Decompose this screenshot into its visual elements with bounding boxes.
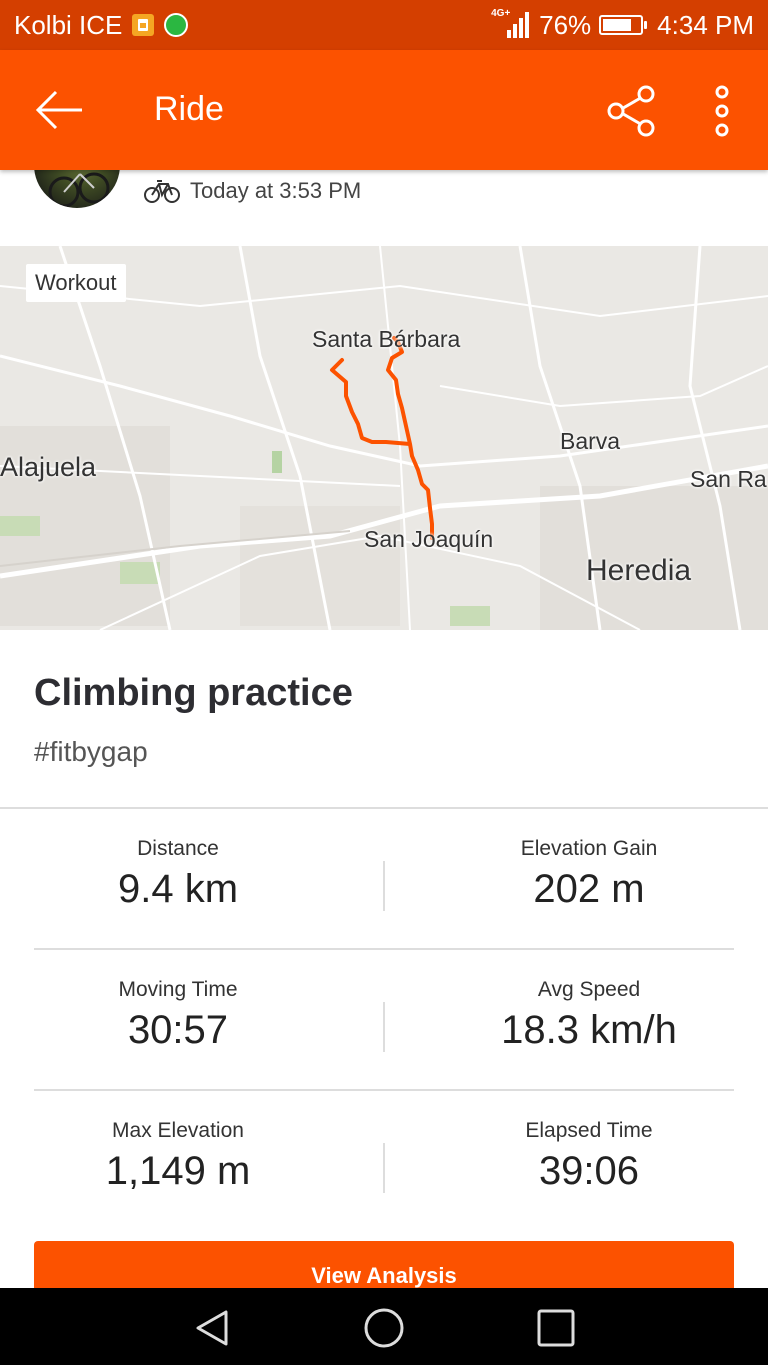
stat-avg-speed: Avg Speed 18.3 km/h xyxy=(384,978,768,1053)
bicycle-icon xyxy=(144,180,180,203)
stat-label: Distance xyxy=(137,837,219,860)
stat-max-elevation: Max Elevation 1,149 m xyxy=(28,1119,328,1194)
activity-datetime: Today at 3:53 PM xyxy=(190,178,362,203)
stats-grid: Distance 9.4 km Elevation Gain 202 m Mov… xyxy=(34,809,734,1230)
map-label-heredia: Heredia xyxy=(586,554,692,587)
map-label-san-joaquin: San Joaquín xyxy=(364,526,494,552)
share-icon xyxy=(607,85,655,137)
stat-label: Elapsed Time xyxy=(525,1119,653,1142)
stat-elevation-gain: Elevation Gain 202 m xyxy=(384,837,768,912)
clock: 4:34 PM xyxy=(657,9,754,40)
map-label-san-ra: San Ra xyxy=(690,466,767,492)
more-options-button[interactable] xyxy=(700,80,744,142)
triangle-back-icon xyxy=(196,1310,228,1346)
stat-elapsed-time: Elapsed Time 39:06 xyxy=(384,1119,768,1194)
stat-value: 1,149 m xyxy=(105,1149,251,1193)
page-title: Ride xyxy=(154,90,224,128)
arrow-left-icon xyxy=(35,90,82,130)
stat-label: Elevation Gain xyxy=(520,837,658,860)
battery-icon xyxy=(599,15,648,35)
ride-meta: Today at 3:53 PM xyxy=(144,178,361,204)
map-label-santa-barbara: Santa Bárbara xyxy=(312,326,461,352)
square-recents-icon xyxy=(537,1309,575,1347)
share-button[interactable] xyxy=(600,80,662,142)
athlete-header: Today at 3:53 PM xyxy=(0,122,768,246)
workout-badge: Workout xyxy=(26,264,126,302)
stat-value: 202 m xyxy=(533,867,645,911)
signal-icon: 4G+ xyxy=(491,8,531,42)
whatsapp-icon xyxy=(164,13,189,37)
app-bar: Ride xyxy=(0,50,768,170)
system-nav-bar xyxy=(0,1288,768,1365)
activity-title: Climbing practice xyxy=(34,672,353,714)
nav-back-button[interactable] xyxy=(190,1306,234,1350)
stats-row: Max Elevation 1,149 m Elapsed Time 39:06 xyxy=(34,1091,734,1230)
map-label-barva: Barva xyxy=(560,428,621,454)
sim-icon xyxy=(132,14,155,36)
stat-distance: Distance 9.4 km xyxy=(28,837,328,912)
activity-description[interactable]: #fitbygap xyxy=(34,736,148,768)
stat-value: 30:57 xyxy=(127,1008,229,1052)
stat-label: Avg Speed xyxy=(537,978,641,1001)
battery-fill xyxy=(603,19,631,31)
status-bar: Kolbi ICE 4G+ 76% 4:34 PM xyxy=(0,0,768,50)
stat-value: 18.3 km/h xyxy=(501,1008,677,1052)
stat-label: Moving Time xyxy=(118,978,238,1001)
nav-home-button[interactable] xyxy=(362,1306,406,1350)
map-label-alajuela: Alajuela xyxy=(0,452,97,482)
stat-value: 39:06 xyxy=(538,1149,640,1193)
more-vert-icon xyxy=(715,85,729,137)
stats-row: Distance 9.4 km Elevation Gain 202 m xyxy=(34,809,734,950)
stat-value: 9.4 km xyxy=(117,867,239,911)
circle-home-icon xyxy=(364,1308,404,1348)
back-button[interactable] xyxy=(30,80,90,140)
battery-percent: 76% xyxy=(539,9,592,40)
nav-recents-button[interactable] xyxy=(534,1306,578,1350)
route-map[interactable]: Workout Santa Bárbara Alajuela Barva San… xyxy=(0,246,768,630)
stat-label: Max Elevation xyxy=(112,1119,244,1142)
carrier-name: Kolbi ICE xyxy=(14,9,123,40)
stat-moving-time: Moving Time 30:57 xyxy=(28,978,328,1053)
stats-row: Moving Time 30:57 Avg Speed 18.3 km/h xyxy=(34,950,734,1091)
